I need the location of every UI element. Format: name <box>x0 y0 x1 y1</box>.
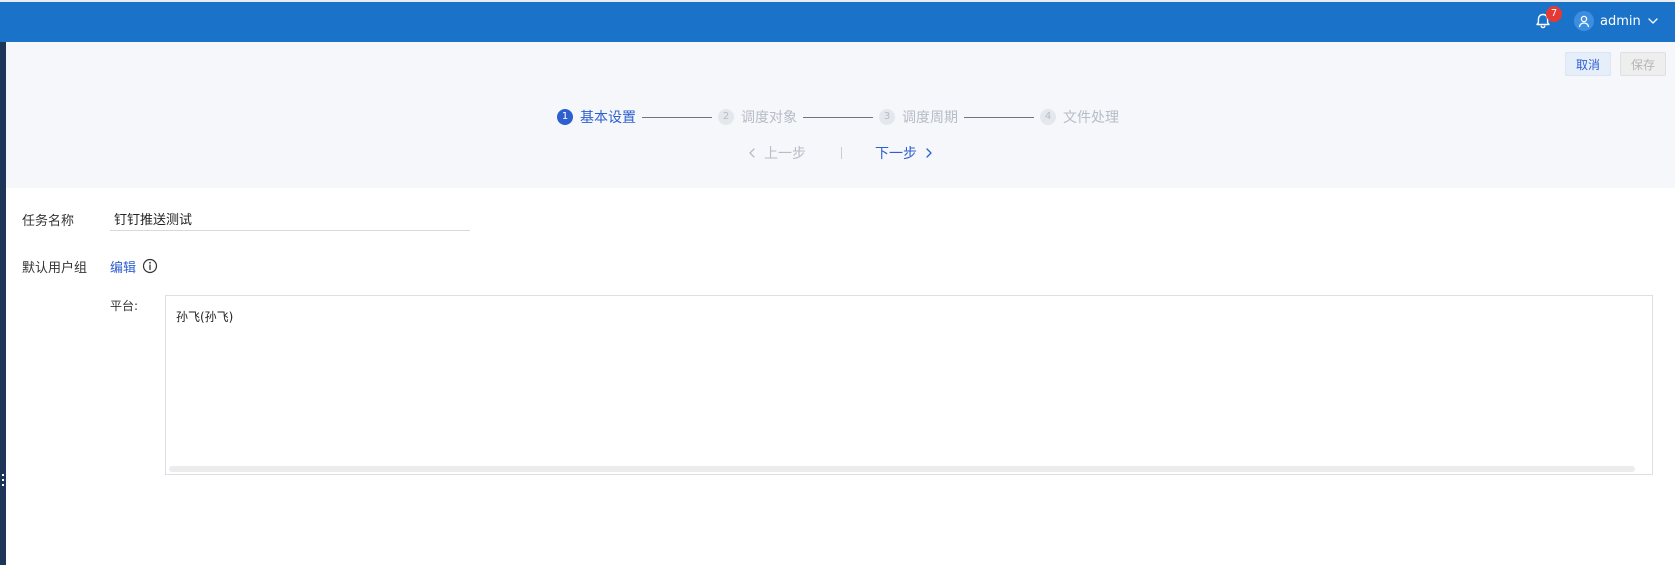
save-button[interactable]: 保存 <box>1620 52 1667 76</box>
chevron-down-icon <box>1648 18 1658 24</box>
platform-user-item: 孙飞(孙飞) <box>176 310 234 324</box>
nav-divider <box>841 147 842 159</box>
cancel-button[interactable]: 取消 <box>1565 52 1612 76</box>
horizontal-scrollbar[interactable] <box>169 466 1635 472</box>
step-label: 基本设置 <box>580 110 636 126</box>
step-label: 调度对象 <box>741 110 797 126</box>
next-step-button[interactable]: 下一步 <box>875 143 935 163</box>
step-file-processing[interactable]: 4 文件处理 <box>1040 107 1119 127</box>
step-connector <box>803 116 873 118</box>
step-schedule-object[interactable]: 2 调度对象 <box>718 107 797 127</box>
step-number: 3 <box>879 109 895 125</box>
platform-label: 平台: <box>110 299 139 313</box>
user-group-label: 默认用户组 <box>22 261 88 276</box>
step-number: 2 <box>718 109 734 125</box>
edit-user-group-link[interactable]: 编辑 <box>110 257 136 276</box>
chevron-left-icon <box>749 148 755 158</box>
next-step-label: 下一步 <box>875 146 917 162</box>
wizard-steps: 1 基本设置 2 调度对象 3 调度周期 4 文件处理 <box>557 106 1119 128</box>
resize-handle[interactable] <box>2 474 4 488</box>
step-number: 4 <box>1040 109 1056 125</box>
step-connector <box>964 116 1034 118</box>
step-label: 文件处理 <box>1063 110 1119 126</box>
user-menu[interactable]: admin <box>1574 11 1659 31</box>
step-basic-settings[interactable]: 1 基本设置 <box>557 107 636 127</box>
step-label: 调度周期 <box>902 110 958 126</box>
step-schedule-period[interactable]: 3 调度周期 <box>879 107 958 127</box>
username: admin <box>1600 13 1641 29</box>
user-icon <box>1574 11 1594 31</box>
info-icon[interactable] <box>142 258 158 274</box>
platform-users-box[interactable]: 孙飞(孙飞) <box>165 295 1653 475</box>
prev-step-button[interactable]: 上一步 <box>746 143 806 163</box>
notification-badge: 7 <box>1546 6 1562 22</box>
step-connector <box>642 116 712 118</box>
task-name-input[interactable] <box>110 207 470 231</box>
prev-step-label: 上一步 <box>764 146 806 162</box>
chevron-right-icon <box>926 148 932 158</box>
task-name-label: 任务名称 <box>22 214 75 229</box>
top-bar <box>0 2 1675 42</box>
step-number: 1 <box>557 109 573 125</box>
